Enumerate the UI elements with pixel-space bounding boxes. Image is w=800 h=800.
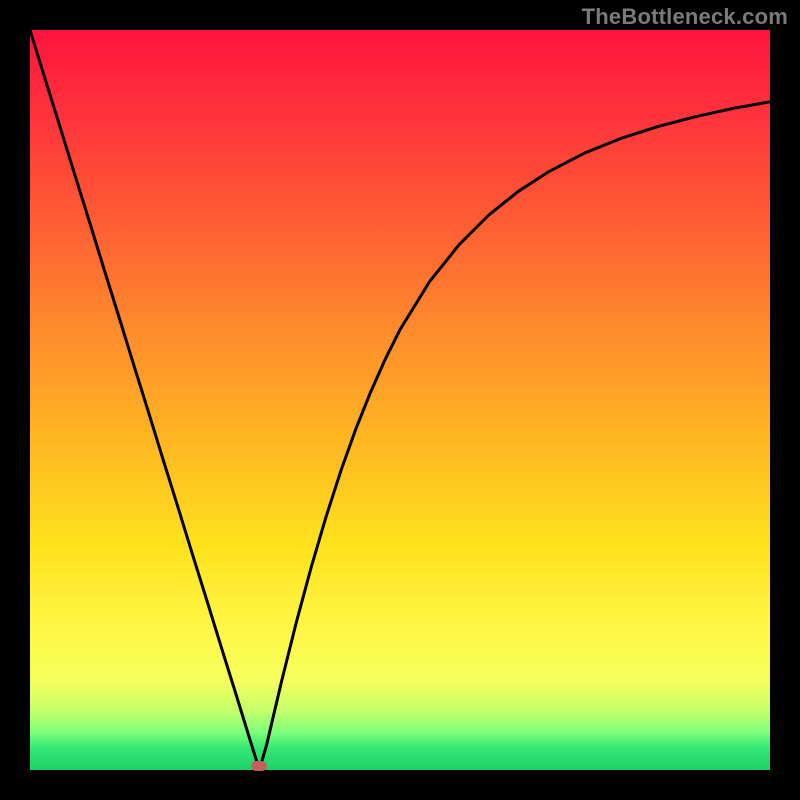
optimal-point-marker [251,761,267,771]
bottleneck-curve [30,30,770,770]
chart-frame: TheBottleneck.com [0,0,800,800]
chart-plot-area [30,30,770,770]
watermark-text: TheBottleneck.com [582,4,788,30]
